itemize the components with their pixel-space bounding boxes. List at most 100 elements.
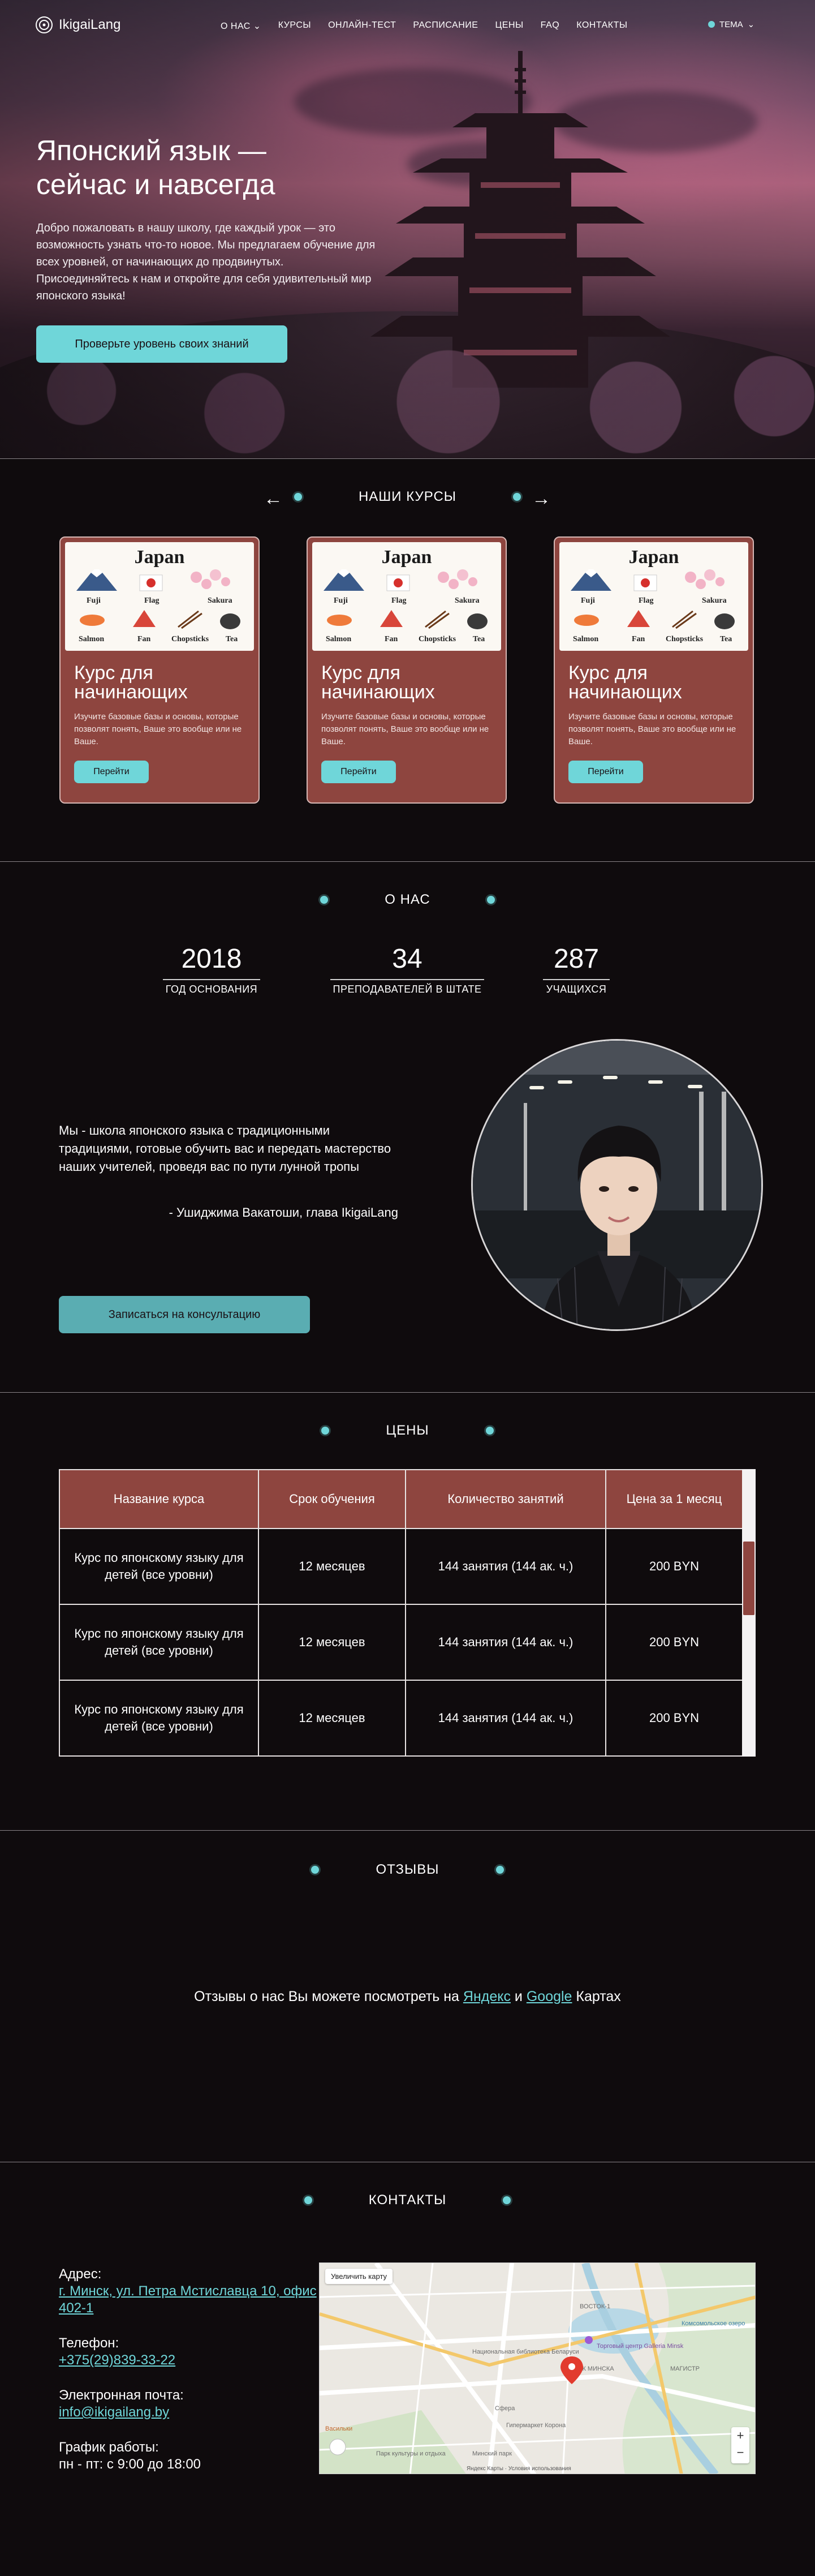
dot-icon bbox=[320, 896, 329, 904]
course-card[interactable]: Japan Fuji Flag Sakura Salmon Fan Chopst… bbox=[307, 536, 507, 804]
course-card-image: Japan Fuji Flag Sakura Salmon Fan Chopst… bbox=[312, 542, 501, 651]
carousel-next-arrow-icon[interactable]: → bbox=[532, 488, 551, 510]
chevron-down-icon: ⌄ bbox=[253, 22, 261, 31]
stat-founded: 2018 ГОД ОСНОВАНИЯ bbox=[163, 944, 260, 995]
map-label: ВОСТОК-1 bbox=[580, 2303, 610, 2310]
column-header: Срок обучения bbox=[258, 1469, 406, 1529]
table-scrollbar[interactable] bbox=[742, 1469, 756, 1757]
hours-value: пн - пт: с 9:00 до 18:00 bbox=[59, 2457, 201, 2472]
course-card-image: Japan Fuji Flag Sakura Salmon Fan Chopst… bbox=[559, 542, 748, 651]
yandex-maps-link[interactable]: Яндекс bbox=[463, 1989, 511, 2004]
table-cell: Курс по японскому языку для детей (все у… bbox=[59, 1604, 259, 1681]
scrollbar-thumb[interactable] bbox=[743, 1542, 754, 1615]
dot-icon bbox=[304, 2196, 312, 2204]
stat-value: 34 bbox=[330, 944, 484, 980]
contacts-section-title: КОНТАКТЫ bbox=[0, 2192, 815, 2208]
map-label: Васильки bbox=[325, 2425, 352, 2432]
portrait-illustration bbox=[473, 1041, 761, 1329]
course-card-title: Курс для начинающих bbox=[74, 662, 188, 703]
theme-dot-icon bbox=[708, 21, 715, 28]
course-card-title: Курс для начинающих bbox=[568, 662, 682, 703]
about-text: Мы - школа японского языка с традиционны… bbox=[59, 1123, 391, 1174]
stat-teachers: 34 ПРЕПОДАВАТЕЛЕЙ В ШТАТЕ bbox=[330, 944, 484, 995]
logo[interactable]: IkigaiLang bbox=[35, 16, 120, 34]
theme-switcher[interactable]: ТЕМА ⌄ bbox=[708, 19, 754, 29]
course-card[interactable]: Japan Fuji Flag Sakura Salmon Fan Chopst… bbox=[59, 536, 260, 804]
phone-link[interactable]: +375(29)839-33-22 bbox=[59, 2352, 175, 2368]
map-label: Парк культуры и отдыха bbox=[376, 2450, 446, 2457]
map-footer: Яндекс Карты · Условия использования bbox=[467, 2466, 571, 2472]
email-label: Электронная почта: bbox=[59, 2388, 184, 2403]
location-map[interactable]: ВОСТОК-1 МАЯК МИНСКА Национальная библио… bbox=[319, 2262, 756, 2474]
dot-icon bbox=[486, 896, 495, 904]
email-link[interactable]: info@ikigailang.by bbox=[59, 2405, 169, 2420]
table-cell: 12 месяцев bbox=[258, 1528, 406, 1605]
table-cell: Курс по японскому языку для детей (все у… bbox=[59, 1680, 259, 1757]
zoom-in-icon[interactable]: + bbox=[731, 2427, 749, 2444]
table-cell: 200 BYN bbox=[605, 1528, 743, 1605]
nav-link-prices[interactable]: ЦЕНЫ bbox=[495, 20, 523, 32]
about-signature: - Ушиджима Вакатоши, глава IkigaiLang bbox=[169, 1205, 398, 1220]
dot-icon bbox=[321, 1427, 330, 1435]
stat-caption: УЧАЩИХСЯ bbox=[546, 984, 607, 995]
section-divider bbox=[0, 1830, 815, 1831]
map-label: Сфера bbox=[495, 2405, 515, 2412]
table-cell: Курс по японскому языку для детей (все у… bbox=[59, 1528, 259, 1605]
address-link[interactable]: г. Минск, ул. Петра Мстиславца 10, офис … bbox=[59, 2283, 317, 2316]
map-label: Торговый центр Galleria Minsk bbox=[597, 2343, 684, 2350]
google-maps-link[interactable]: Google bbox=[527, 1989, 572, 2004]
dot-icon bbox=[495, 1866, 504, 1874]
prices-table-container: Название курса Срок обучения Количество … bbox=[59, 1469, 756, 1757]
about-section-title: О НАС bbox=[0, 892, 815, 908]
hero-title: Японский язык — сейчас и навсегда bbox=[36, 135, 275, 200]
reviews-section-title: ОТЗЫВЫ bbox=[0, 1862, 815, 1878]
map-enlarge-button[interactable]: Увеличить карту bbox=[325, 2269, 393, 2284]
column-header: Название курса bbox=[59, 1469, 259, 1529]
nav-link-online-test[interactable]: ОНЛАЙН-ТЕСТ bbox=[328, 20, 396, 32]
hero-text: Добро пожаловать в нашу школу, где кажды… bbox=[36, 222, 376, 302]
phone-label: Телефон: bbox=[59, 2335, 119, 2351]
course-card-image: Japan Fuji Flag Sakura Salmon Fan Chopst… bbox=[65, 542, 254, 651]
nav-link-schedule[interactable]: РАСПИСАНИЕ bbox=[413, 20, 478, 32]
nav-link-faq[interactable]: FAQ bbox=[541, 20, 560, 32]
address-group: Адрес: г. Минск, ул. Петра Мстиславца 10… bbox=[59, 2266, 319, 2317]
map-label: Национальная библиотека Беларуси bbox=[472, 2349, 579, 2355]
course-card-text: Изучите базовые базы и основы, которые п… bbox=[568, 712, 736, 746]
carousel-prev-arrow-icon[interactable]: ← bbox=[264, 488, 283, 510]
table-cell: 12 месяцев bbox=[258, 1680, 406, 1757]
table-cell: 144 занятия (144 ак. ч.) bbox=[405, 1604, 606, 1681]
course-go-button[interactable]: Перейти bbox=[568, 761, 643, 783]
section-divider bbox=[0, 1392, 815, 1393]
map-canvas: ВОСТОК-1 МАЯК МИНСКА Национальная библио… bbox=[320, 2263, 755, 2474]
stat-value: 287 bbox=[543, 944, 610, 980]
column-header: Количество занятий bbox=[405, 1469, 606, 1529]
column-header: Цена за 1 месяц bbox=[605, 1469, 743, 1529]
map-label: Гипермаркет Корона bbox=[506, 2422, 566, 2429]
zoom-out-icon[interactable]: − bbox=[731, 2444, 749, 2461]
table-cell: 144 занятия (144 ак. ч.) bbox=[405, 1680, 606, 1757]
course-go-button[interactable]: Перейти bbox=[321, 761, 396, 783]
address-label: Адрес: bbox=[59, 2266, 102, 2282]
prices-section-title: ЦЕНЫ bbox=[0, 1423, 815, 1439]
course-card[interactable]: Japan Fuji Flag Sakura Salmon Fan Chopst… bbox=[554, 536, 754, 804]
table-row: Курс по японскому языку для детей (все у… bbox=[59, 1680, 743, 1757]
dot-icon bbox=[503, 2196, 511, 2204]
check-level-button[interactable]: Проверьте уровень своих знаний bbox=[36, 325, 287, 363]
course-go-button[interactable]: Перейти bbox=[74, 761, 149, 783]
stat-students: 287 УЧАЩИХСЯ bbox=[543, 944, 610, 995]
course-card-title: Курс для начинающих bbox=[321, 662, 435, 703]
table-cell: 200 BYN bbox=[605, 1604, 743, 1681]
theme-label: ТЕМА bbox=[719, 19, 743, 29]
consultation-button[interactable]: Записаться на консультацию bbox=[59, 1296, 310, 1333]
phone-group: Телефон: +375(29)839-33-22 bbox=[59, 2335, 319, 2369]
logo-text: IkigaiLang bbox=[59, 17, 121, 32]
stat-caption: ПРЕПОДАВАТЕЛЕЙ В ШТАТЕ bbox=[333, 984, 482, 995]
nav-link-contacts[interactable]: КОНТАКТЫ bbox=[576, 20, 627, 32]
table-cell: 200 BYN bbox=[605, 1680, 743, 1757]
logo-icon bbox=[36, 16, 53, 33]
stat-caption: ГОД ОСНОВАНИЯ bbox=[165, 984, 258, 995]
nav-link-about[interactable]: О НАС ⌄ bbox=[221, 20, 261, 32]
nav-link-courses[interactable]: КУРСЫ bbox=[278, 20, 311, 32]
director-portrait bbox=[471, 1039, 763, 1331]
section-divider bbox=[0, 458, 815, 459]
